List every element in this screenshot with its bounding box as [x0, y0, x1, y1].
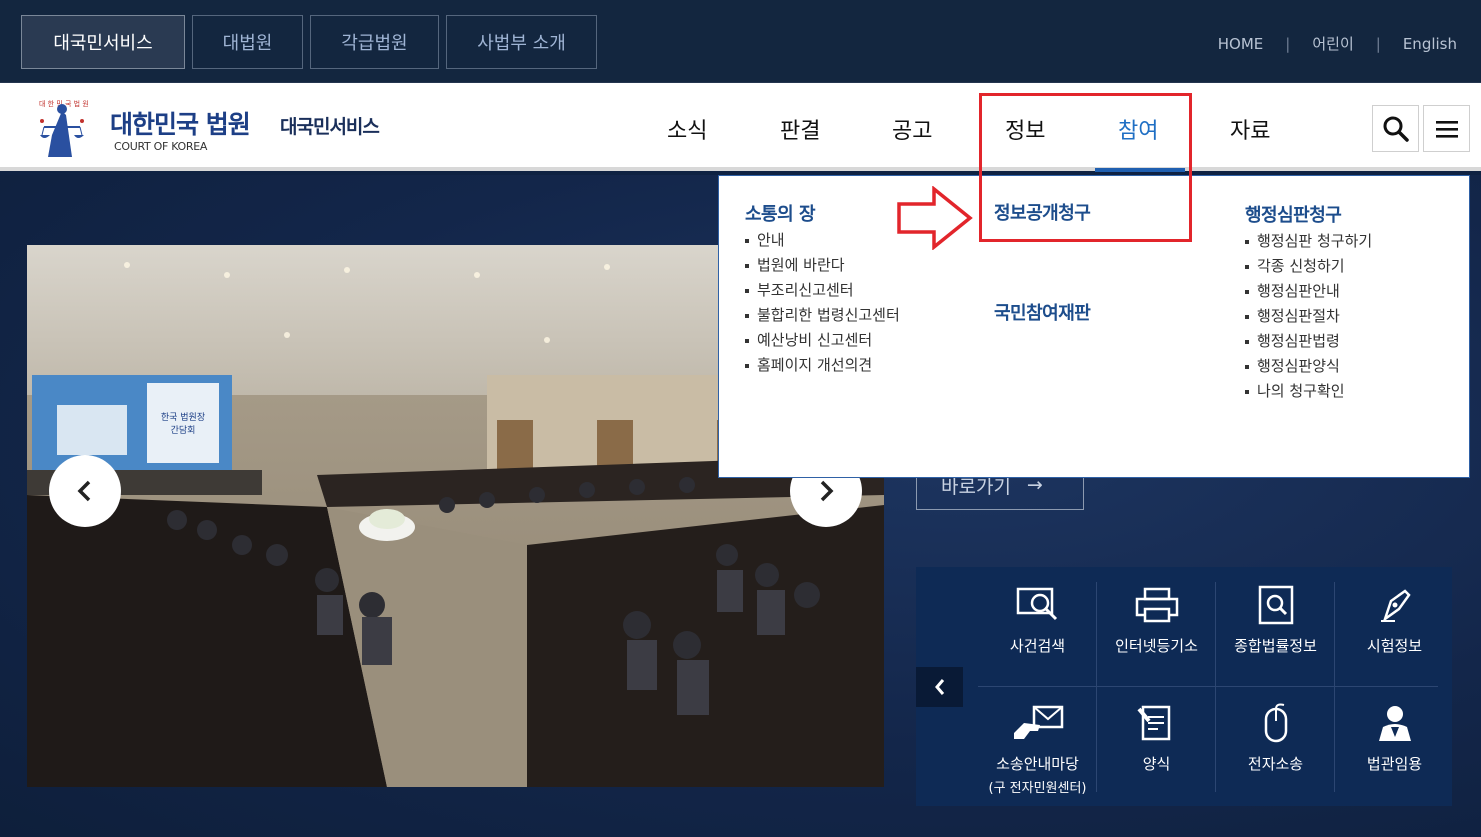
- site-name[interactable]: 대국민서비스: [280, 112, 380, 139]
- slider-prev-button[interactable]: [49, 455, 121, 527]
- search-icon: [1383, 116, 1409, 142]
- pen-nib-icon: [1380, 589, 1411, 623]
- quick-case-search[interactable]: 사건검색: [978, 585, 1097, 656]
- list-item[interactable]: 부조리신고센터: [745, 278, 900, 303]
- nav-judgments[interactable]: 판결: [780, 113, 820, 145]
- list-item[interactable]: 나의 청구확인: [1245, 379, 1372, 404]
- hamburger-icon: [1435, 120, 1458, 138]
- list-item[interactable]: 법원에 바란다: [745, 253, 900, 278]
- divider: [978, 686, 1438, 687]
- divider: |: [1375, 34, 1381, 53]
- annotation-arrow-icon: [897, 186, 973, 250]
- judge-person-icon: [1378, 706, 1411, 741]
- tab-supreme-court[interactable]: 대법원: [192, 15, 303, 69]
- quick-item-label: 법관임용: [1366, 755, 1423, 773]
- quick-menu-prev-button[interactable]: [916, 667, 963, 707]
- list-item[interactable]: 예산낭비 신고센터: [745, 328, 900, 353]
- mouse-icon: [1264, 703, 1287, 743]
- nav-news[interactable]: 소식: [667, 113, 707, 145]
- quick-item-label: 종합법률정보: [1234, 637, 1317, 655]
- svg-text:간담회: 간담회: [171, 424, 196, 436]
- quick-item-label: 사건검색: [1009, 637, 1066, 655]
- english-link[interactable]: English: [1403, 35, 1457, 53]
- quick-judge-appointment[interactable]: 법관임용: [1335, 703, 1454, 774]
- screen-text: 한국 법원장: [161, 412, 205, 423]
- list-item[interactable]: 행정심판법령: [1245, 329, 1372, 354]
- list-item[interactable]: 안내: [745, 228, 900, 253]
- list-item[interactable]: 행정심판절차: [1245, 304, 1372, 329]
- quick-litigation-guide[interactable]: 소송안내마당 (구 전자민원센터): [978, 703, 1097, 796]
- tab-courts[interactable]: 각급법원: [310, 15, 439, 69]
- quick-item-label: 인터넷등기소: [1115, 637, 1198, 655]
- nav-notices[interactable]: 공고: [892, 113, 932, 145]
- home-link[interactable]: HOME: [1218, 35, 1264, 53]
- submenu-administrative-appeal[interactable]: 행정심판청구: [1245, 201, 1342, 227]
- tab-public-service[interactable]: 대국민서비스: [21, 15, 185, 69]
- quick-forms[interactable]: 양식: [1097, 703, 1216, 774]
- tab-judiciary-intro[interactable]: 사법부 소개: [446, 15, 597, 69]
- kids-link[interactable]: 어린이: [1312, 33, 1353, 54]
- quick-item-sublabel: (구 전자민원센터): [988, 781, 1087, 796]
- list-item[interactable]: 행정심판양식: [1245, 354, 1372, 379]
- quick-legal-info[interactable]: 종합법률정보: [1216, 585, 1335, 656]
- hand-envelope-icon: [1013, 705, 1063, 739]
- court-logo[interactable]: 대 한 민 국 법 원: [22, 91, 102, 163]
- submenu-communication-list: 안내 법원에 바란다 부조리신고센터 불합리한 법령신고센터 예산낭비 신고센터…: [745, 228, 900, 378]
- list-item[interactable]: 행정심판 청구하기: [1245, 229, 1372, 254]
- quick-item-label: 소송안내마당: [996, 755, 1079, 773]
- printer-icon: [1135, 587, 1178, 623]
- list-item[interactable]: 홈페이지 개선의견: [745, 353, 900, 378]
- logo-title[interactable]: 대한민국 법원: [110, 105, 251, 141]
- form-pencil-icon: [1136, 705, 1170, 741]
- chevron-right-icon: [820, 480, 834, 502]
- list-item[interactable]: 불합리한 법령신고센터: [745, 303, 900, 328]
- list-item[interactable]: 각종 신청하기: [1245, 254, 1372, 279]
- header: 대 한 민 국 법 원 대한민국 법원 COURT OF KOREA 대국민서비…: [0, 83, 1481, 172]
- chevron-left-icon: [77, 480, 91, 502]
- quick-item-label: 전자소송: [1247, 755, 1304, 773]
- quick-e-litigation[interactable]: 전자소송: [1216, 703, 1335, 774]
- magnifier-monitor-icon: [1016, 587, 1057, 621]
- nav-resources[interactable]: 자료: [1230, 113, 1270, 145]
- top-links: HOME | 어린이 | English: [1218, 33, 1457, 54]
- quick-item-label: 양식: [1142, 755, 1171, 773]
- menu-button[interactable]: [1423, 105, 1470, 152]
- submenu-citizen-jury-trial[interactable]: 국민참여재판: [994, 299, 1091, 325]
- divider: |: [1285, 34, 1291, 53]
- document-search-icon: [1258, 585, 1293, 625]
- quick-exam-info[interactable]: 시험정보: [1335, 585, 1454, 656]
- annotation-highlight-box: [979, 93, 1192, 242]
- quick-item-label: 시험정보: [1366, 637, 1423, 655]
- submenu-communication[interactable]: 소통의 장: [745, 200, 816, 226]
- submenu-administrative-appeal-list: 행정심판 청구하기 각종 신청하기 행정심판안내 행정심판절차 행정심판법령 행…: [1245, 229, 1372, 404]
- quick-internet-registry[interactable]: 인터넷등기소: [1097, 585, 1216, 656]
- search-button[interactable]: [1372, 105, 1419, 152]
- chevron-left-icon: [934, 679, 944, 695]
- logo-subtitle: COURT OF KOREA: [114, 140, 208, 153]
- top-bar: 대국민서비스 대법원 각급법원 사법부 소개 HOME | 어린이 | Engl…: [0, 0, 1481, 83]
- list-item[interactable]: 행정심판안내: [1245, 279, 1372, 304]
